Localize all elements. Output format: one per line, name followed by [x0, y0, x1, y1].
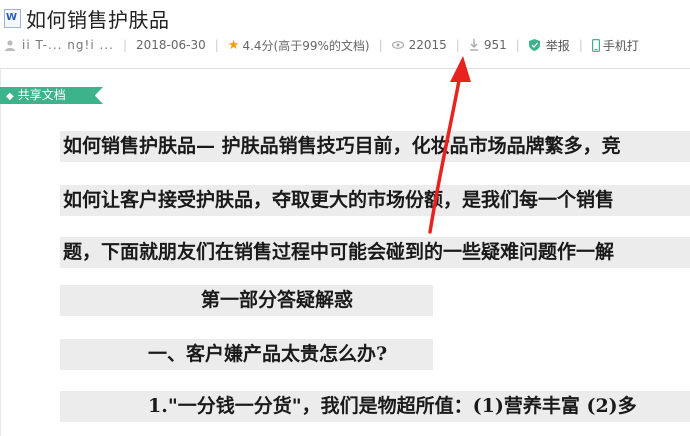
meta-row: ii T-... ng!i ... | 2018-06-30 | ★ 4.4分(…: [4, 36, 639, 54]
page-title: 如何销售护肤品: [26, 7, 170, 32]
shared-doc-label: 共享文档: [17, 88, 66, 102]
divider: |: [214, 38, 219, 52]
doc-text-line: 题，下面就朋友们在销售过程中可能会碰到的一些疑难问题作一解: [60, 237, 690, 268]
upload-date: 2018-06-30: [135, 38, 206, 52]
section-heading: 第一部分答疑解惑: [60, 285, 433, 316]
doc-text-line: 如何让客户接受护肤品，夺取更大的市场份额，是我们每一个销售: [60, 185, 690, 216]
view-count: 22015: [408, 38, 447, 52]
shared-doc-tag: ◆ 共享文档: [0, 87, 103, 104]
rating-text: 4.4分(高于99%的文档): [242, 38, 370, 53]
title-row: W 如何销售护肤品: [4, 5, 170, 32]
author-name[interactable]: ii T-... ng!i ...: [22, 38, 114, 52]
star-icon: ★: [227, 37, 240, 53]
download-icon: [469, 39, 478, 51]
document-header: W 如何销售护肤品 ii T-... ng!i ... | 2018-06-30…: [0, 0, 690, 62]
mobile-open-link[interactable]: 手机打: [603, 37, 639, 54]
doc-text-line: 1."一分钱一分货"，我们是物超所值：(1)营养丰富 (2)多: [60, 391, 690, 422]
doc-type-badge: W: [6, 11, 18, 23]
tag-icon: ◆: [6, 91, 14, 102]
doc-text-line: 如何销售护肤品— 护肤品销售技巧目前，化妆品市场品牌繁多，竞: [60, 131, 690, 162]
word-doc-icon: W: [4, 8, 21, 28]
subsection-heading: 一、客户嫌产品太贵怎么办?: [60, 339, 433, 370]
report-link[interactable]: 举报: [546, 37, 570, 54]
divider: |: [455, 38, 460, 52]
shield-icon: [528, 39, 540, 51]
divider: |: [515, 38, 520, 52]
download-count: 951: [483, 38, 507, 52]
eye-icon: [391, 41, 404, 49]
phone-icon: [591, 38, 600, 52]
divider: |: [378, 38, 383, 52]
divider: |: [578, 38, 583, 52]
user-icon: [5, 40, 15, 51]
divider: |: [122, 38, 127, 52]
